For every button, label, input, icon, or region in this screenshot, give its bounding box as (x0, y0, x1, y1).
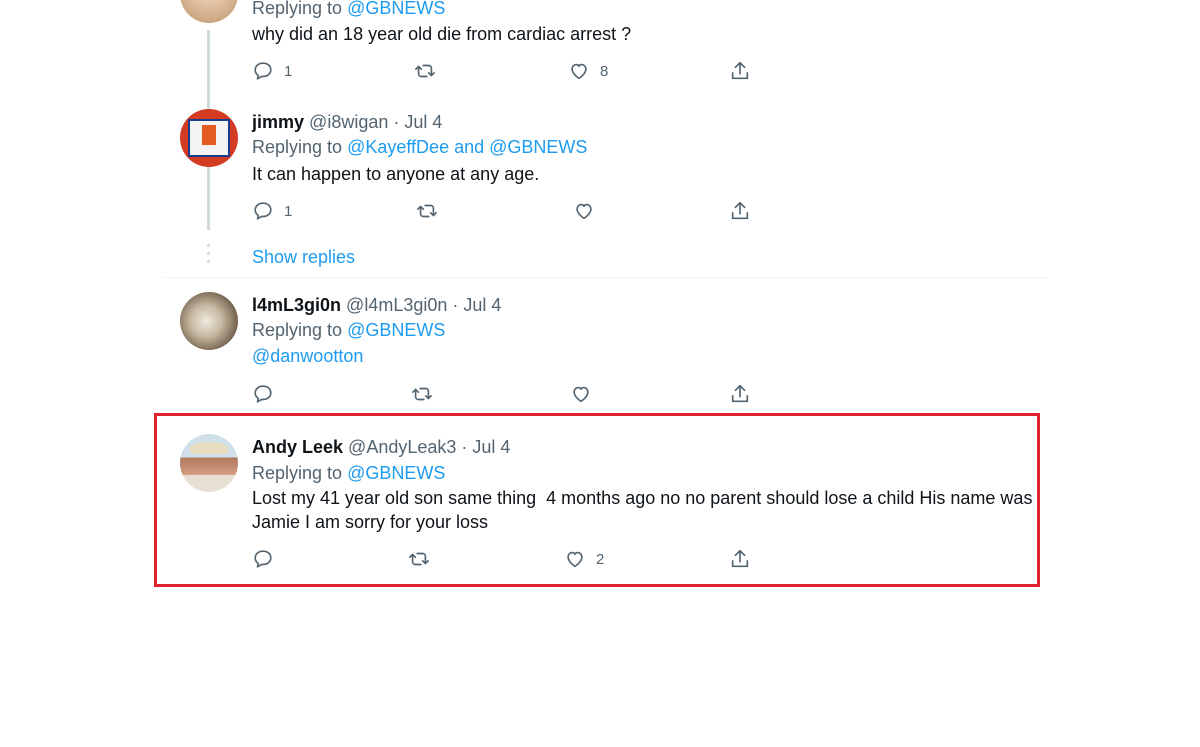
avatar[interactable] (180, 0, 238, 23)
like-count: 2 (596, 550, 605, 568)
reply-icon (254, 550, 272, 568)
like-button[interactable] (573, 200, 595, 222)
reply-button[interactable]: 1 (252, 60, 292, 82)
retweet-button[interactable] (414, 60, 436, 82)
heart-icon (571, 63, 587, 80)
tweet-header: Andy Leek @AndyLeak3 · Jul 4 (252, 437, 510, 458)
reply-button[interactable] (252, 383, 274, 405)
show-replies-link[interactable]: Show replies (252, 247, 355, 268)
avatar[interactable] (180, 434, 238, 492)
display-name[interactable]: jimmy (252, 112, 304, 132)
retweet-button[interactable] (408, 548, 430, 570)
display-name[interactable]: Andy Leek (252, 437, 343, 457)
replying-label: Replying to (252, 463, 343, 483)
share-icon (731, 61, 749, 80)
like-count: 8 (600, 62, 609, 80)
timestamp[interactable]: · Jul 4 (452, 295, 501, 315)
retweet-icon (412, 387, 432, 401)
tweet-text: why did an 18 year old die from cardiac … (252, 24, 632, 44)
like-button[interactable]: 2 (564, 548, 604, 570)
reply-icon (254, 202, 272, 220)
replying-label: Replying to (252, 0, 343, 18)
reply-count: 1 (284, 62, 293, 80)
replying-line: Replying to @KayeffDee and @GBNEWS (252, 137, 587, 158)
share-icon (731, 549, 749, 568)
retweet-button[interactable] (416, 200, 438, 222)
like-button[interactable] (570, 383, 592, 405)
replying-line: Replying to @GBNEWS (252, 463, 445, 484)
avatar[interactable] (180, 109, 238, 167)
reply-button[interactable]: 1 (252, 200, 292, 222)
reply-count: 1 (284, 202, 293, 220)
avatar[interactable] (180, 292, 238, 350)
mention-link[interactable]: @GBNEWS (347, 320, 445, 340)
heart-icon (576, 203, 592, 220)
share-icon (731, 201, 749, 220)
display-name[interactable]: l4mL3gi0n (252, 295, 341, 315)
share-icon (731, 384, 749, 403)
replying-line: Replying to @GBNEWS (252, 0, 445, 19)
share-button[interactable] (729, 60, 751, 82)
heart-icon (573, 386, 589, 403)
mention-link[interactable]: @danwootton (252, 346, 363, 367)
thread-dots (207, 244, 210, 268)
timestamp[interactable]: · Jul 4 (461, 437, 510, 457)
tweet-text-line-2: Jamie I am sorry for your loss (252, 512, 489, 532)
tweet-text-line-1: Lost my 41 year old son same thing 4 mon… (252, 488, 1033, 508)
heart-icon (567, 551, 583, 568)
handle[interactable]: @AndyLeak3 (348, 437, 456, 457)
reply-icon (254, 385, 272, 403)
retweet-icon (417, 204, 437, 218)
retweet-icon (415, 64, 435, 78)
reply-icon (254, 62, 272, 80)
share-button[interactable] (729, 200, 751, 222)
mention-link[interactable]: @GBNEWS (347, 0, 445, 18)
like-button[interactable]: 8 (568, 60, 608, 82)
tweet-text: It can happen to anyone at any age. (252, 164, 540, 184)
timestamp[interactable]: · Jul 4 (393, 112, 442, 132)
share-button[interactable] (729, 548, 751, 570)
mention-link[interactable]: @GBNEWS (347, 463, 445, 483)
reply-button[interactable] (252, 548, 274, 570)
divider (163, 277, 1048, 278)
replying-label: Replying to (252, 320, 343, 340)
retweet-icon (409, 552, 429, 566)
retweet-button[interactable] (411, 383, 433, 405)
replying-line: Replying to @GBNEWS (252, 320, 445, 341)
tweet-header: l4mL3gi0n @l4mL3gi0n · Jul 4 (252, 295, 501, 316)
mention-link[interactable]: @KayeffDee and @GBNEWS (347, 137, 587, 157)
tweet-header: jimmy @i8wigan · Jul 4 (252, 112, 442, 133)
handle[interactable]: @l4mL3gi0n (346, 295, 447, 315)
replying-label: Replying to (252, 137, 343, 157)
handle[interactable]: @i8wigan (309, 112, 388, 132)
share-button[interactable] (729, 383, 751, 405)
